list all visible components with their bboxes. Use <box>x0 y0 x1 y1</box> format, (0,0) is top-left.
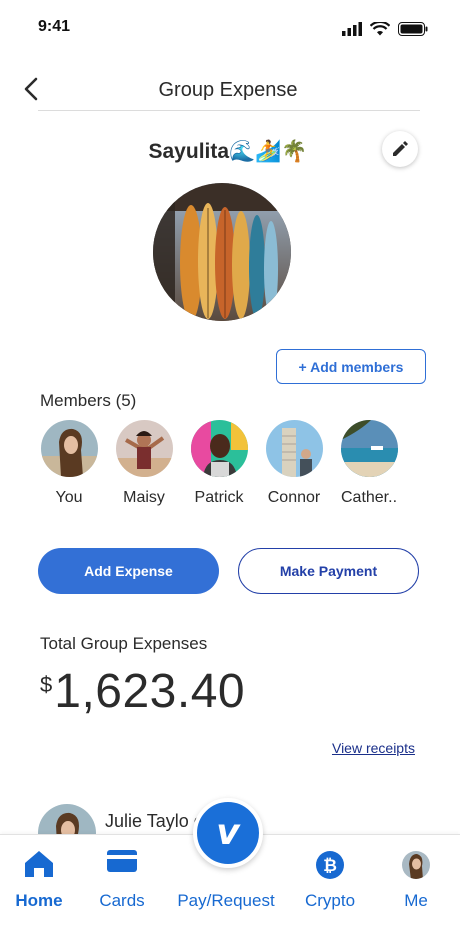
member-name: Cather.. <box>340 489 398 506</box>
crypto-icon: ₿ <box>316 851 344 879</box>
nav-label: Crypto <box>304 891 356 910</box>
profile-avatar <box>402 851 430 879</box>
member-catherine[interactable]: Cather.. <box>331 418 407 507</box>
signal-icon <box>342 22 362 36</box>
edit-group-button[interactable] <box>382 131 418 167</box>
member-name: Maisy <box>123 489 165 506</box>
avatar <box>115 420 173 477</box>
nav-crypto[interactable]: ₿ Crypto <box>294 835 366 930</box>
status-bar: 9:41 <box>0 0 460 56</box>
nav-label: Pay/Request <box>177 891 275 910</box>
member-name: Patrick <box>194 489 244 506</box>
member-name: You <box>55 489 83 506</box>
nav-cards[interactable]: Cards <box>84 835 160 930</box>
avatar-image <box>265 420 323 477</box>
add-expense-button[interactable]: Add Expense <box>38 548 219 594</box>
members-list: You Maisy Patrick Connor Cather.. <box>40 418 420 518</box>
member-maisy[interactable]: Maisy <box>106 418 182 507</box>
avatar-image <box>40 420 98 477</box>
pencil-icon <box>393 141 408 156</box>
svg-text:₿: ₿ <box>323 856 337 876</box>
nav-label: Cards <box>99 891 145 910</box>
wifi-icon <box>370 22 390 36</box>
avatar <box>340 420 398 477</box>
view-receipts-link[interactable]: View receipts <box>332 740 415 756</box>
member-connor[interactable]: Connor <box>256 418 332 507</box>
nav-label: Me <box>404 891 428 910</box>
avatar <box>40 420 98 477</box>
card-icon <box>107 850 137 872</box>
amount-value: 1,623.40 <box>54 665 246 718</box>
member-name: Connor <box>267 489 321 506</box>
header-divider <box>38 110 420 111</box>
avatar-image <box>340 420 398 477</box>
venmo-icon: v <box>216 811 240 853</box>
total-expenses-amount: $ 1,623.40 <box>40 664 245 719</box>
avatar-image <box>115 420 173 477</box>
header: Group Expense <box>0 70 460 110</box>
avatar-image <box>190 420 248 477</box>
nav-me[interactable]: Me <box>386 835 446 930</box>
pay-request-button[interactable]: v <box>193 798 263 868</box>
members-title: Members (5) <box>40 391 137 410</box>
nav-label: Home <box>15 891 63 910</box>
avatar <box>265 420 323 477</box>
make-payment-button[interactable]: Make Payment <box>238 548 419 594</box>
status-icons <box>342 22 428 36</box>
battery-icon <box>398 22 428 36</box>
home-icon <box>25 851 53 877</box>
nav-home[interactable]: Home <box>0 835 78 930</box>
group-photo <box>153 183 291 321</box>
page-title: Group Expense <box>158 79 298 101</box>
surfboards-image <box>153 183 291 321</box>
avatar <box>190 420 248 477</box>
add-members-button[interactable]: + Add members <box>276 349 426 384</box>
member-patrick[interactable]: Patrick <box>181 418 257 507</box>
status-time: 9:41 <box>38 18 71 35</box>
currency-symbol: $ <box>40 672 53 697</box>
member-you[interactable]: You <box>31 418 107 507</box>
total-expenses-label: Total Group Expenses <box>40 634 208 653</box>
